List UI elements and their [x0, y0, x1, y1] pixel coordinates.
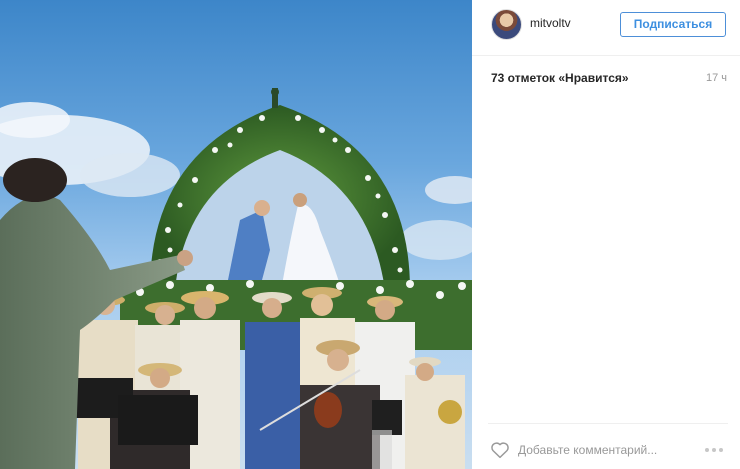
username-link[interactable]: mitvoltv	[530, 16, 571, 30]
likes-count[interactable]: 73 отметок «Нравится»	[491, 71, 629, 85]
avatar[interactable]	[491, 9, 522, 40]
comment-bar	[488, 423, 728, 469]
post-side-panel: mitvoltv Подписаться 73 отметок «Нравитс…	[472, 0, 740, 469]
post-photo[interactable]	[0, 0, 472, 469]
post-time[interactable]: 17 ч	[706, 72, 727, 84]
likes-row: 73 отметок «Нравится» 17 ч	[491, 71, 727, 87]
heart-icon[interactable]	[490, 441, 510, 459]
ellipsis-icon[interactable]	[702, 445, 726, 455]
follow-button[interactable]: Подписаться	[620, 12, 726, 37]
comment-input[interactable]	[518, 441, 678, 459]
wedding-concert-photo	[0, 88, 472, 469]
post-header: mitvoltv Подписаться	[472, 0, 740, 56]
